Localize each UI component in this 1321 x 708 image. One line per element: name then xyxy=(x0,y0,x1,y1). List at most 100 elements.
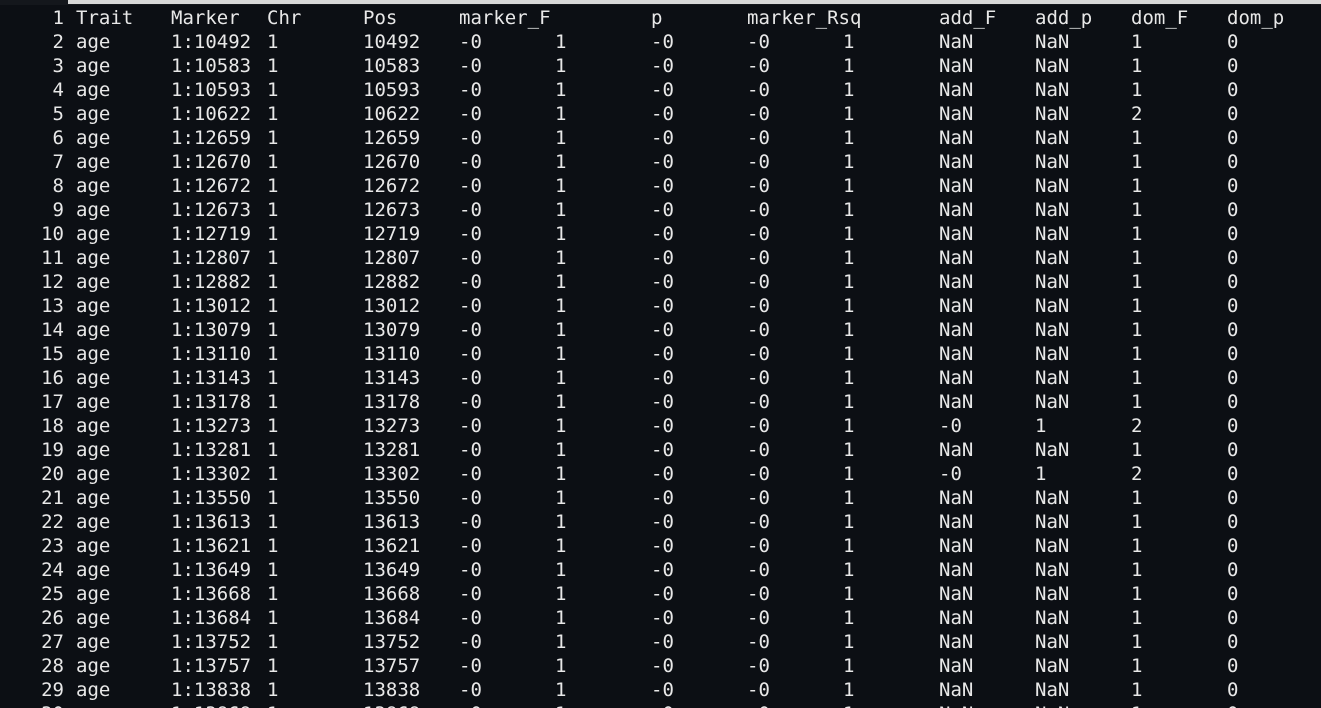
table-cell: 1 xyxy=(843,31,855,53)
table-cell: 1 xyxy=(1131,367,1143,389)
table-cell: 1 xyxy=(1035,463,1047,485)
table-cell: 1 xyxy=(1131,175,1143,197)
table-cell: 13110 xyxy=(363,343,421,365)
table-cell: -0 xyxy=(459,367,482,389)
table-row: 20 age 1:13302 1 13302 -0 1 -0 -0 1 -0 1 2 0 xyxy=(0,462,1321,486)
table-cell: 0 xyxy=(1227,79,1239,101)
table-cell: 1 xyxy=(555,415,567,437)
table-row: 13 age 1:13012 1 13012 -0 1 -0 -0 1 NaN NaN 1 0 xyxy=(0,294,1321,318)
table-cell: -0 xyxy=(747,679,770,701)
table-cell: -0 xyxy=(747,655,770,677)
table-cell: -0 xyxy=(459,463,482,485)
table-cell: NaN xyxy=(1035,31,1070,53)
table-cell: 1 xyxy=(1131,679,1143,701)
column-header: Trait xyxy=(76,7,134,29)
table-cell: NaN xyxy=(939,583,974,605)
table-cell: age xyxy=(76,511,111,533)
line-number: 11 xyxy=(41,247,64,269)
table-cell: -0 xyxy=(747,79,770,101)
table-cell: age xyxy=(76,367,111,389)
table-cell: 1 xyxy=(555,31,567,53)
table-cell: 1 xyxy=(843,559,855,581)
table-cell: 1 xyxy=(1131,127,1143,149)
table-cell: 1 xyxy=(843,631,855,653)
table-cell: 1:13752 xyxy=(171,631,252,653)
table-cell: 1:13613 xyxy=(171,511,252,533)
table-cell: 1 xyxy=(843,127,855,149)
line-number: 1 xyxy=(52,7,64,29)
table-cell: 13668 xyxy=(363,583,421,605)
table-cell: 1 xyxy=(1131,583,1143,605)
table-cell: -0 xyxy=(651,55,674,77)
table-cell: -0 xyxy=(747,631,770,653)
table-cell: 1 xyxy=(1131,319,1143,341)
column-header: marker_Rsq xyxy=(747,7,862,29)
table-cell: 12659 xyxy=(363,127,421,149)
table-cell: 0 xyxy=(1227,439,1239,461)
table-cell: 1 xyxy=(555,55,567,77)
column-header: add_p xyxy=(1035,7,1093,29)
table-cell: -0 xyxy=(459,79,482,101)
line-number: 10 xyxy=(41,223,64,245)
table-cell: NaN xyxy=(1035,151,1070,173)
table-cell: 1 xyxy=(555,391,567,413)
table-cell: 0 xyxy=(1227,271,1239,293)
table-cell: 2 xyxy=(1131,415,1143,437)
table-cell: 1 xyxy=(1131,223,1143,245)
table-cell: 1 xyxy=(267,702,278,708)
table-cell: age xyxy=(76,679,111,701)
table-cell: 1:12659 xyxy=(171,127,252,149)
table-cell: 1 xyxy=(267,631,279,653)
table-cell: 0 xyxy=(1227,319,1239,341)
table-cell: 1 xyxy=(267,439,279,461)
table-cell: -0 xyxy=(747,103,770,125)
table-row: 5 age 1:10622 1 10622 -0 1 -0 -0 1 NaN NaN 2 0 xyxy=(0,102,1321,126)
column-header: marker_F xyxy=(459,7,551,29)
table-cell: -0 xyxy=(747,55,770,77)
line-number: 25 xyxy=(41,583,64,605)
table-cell: NaN xyxy=(1035,487,1070,509)
table-cell: NaN xyxy=(939,655,974,677)
table-cell: -0 xyxy=(459,631,482,653)
table-cell: 1 xyxy=(555,631,567,653)
table-cell: age xyxy=(76,415,111,437)
table-cell: 1 xyxy=(267,319,279,341)
table-cell: -0 xyxy=(747,295,770,317)
table-cell: 1:13143 xyxy=(171,367,252,389)
table-cell: 1:12882 xyxy=(171,271,252,293)
table-cell: 1 xyxy=(267,487,279,509)
table-cell: 1 xyxy=(843,79,855,101)
table-cell: 1 xyxy=(843,151,855,173)
table-cell: -0 xyxy=(459,391,482,413)
table-cell: -0 xyxy=(747,127,770,149)
column-header: Marker xyxy=(171,7,240,29)
table-cell: 1 xyxy=(1131,199,1143,221)
table-cell: -0 xyxy=(651,151,674,173)
table-cell: 1 xyxy=(843,295,855,317)
table-cell: -0 xyxy=(747,223,770,245)
table-cell: NaN xyxy=(1035,391,1070,413)
scroll-indicator[interactable] xyxy=(68,0,1321,4)
table-cell: NaN xyxy=(939,439,974,461)
table-cell: -0 xyxy=(459,559,482,581)
table-cell: 1 xyxy=(843,391,855,413)
table-cell: NaN xyxy=(1035,655,1070,677)
table-cell: 13613 xyxy=(363,511,421,533)
table-cell: NaN xyxy=(1035,631,1070,653)
table-cell: 1:13302 xyxy=(171,463,252,485)
table-cell: -0 xyxy=(459,247,482,269)
table-cell: NaN xyxy=(1035,271,1070,293)
table-cell: 1:10622 xyxy=(171,103,252,125)
line-number: 12 xyxy=(41,271,64,293)
table-cell: 13649 xyxy=(363,559,421,581)
table-cell: 12672 xyxy=(363,175,421,197)
table-cell: -0 xyxy=(747,271,770,293)
table-cell: 0 xyxy=(1227,31,1239,53)
table-cell: -0 xyxy=(459,415,482,437)
terminal-window[interactable]: 1 Trait Marker Chr Pos marker_F p marker_Rsq add… xyxy=(0,0,1321,708)
table-cell: 1 xyxy=(555,511,567,533)
table-cell: 1 xyxy=(843,103,855,125)
table-cell: NaN xyxy=(1035,343,1070,365)
table-cell: 13752 xyxy=(363,631,421,653)
table-cell: age xyxy=(76,343,111,365)
